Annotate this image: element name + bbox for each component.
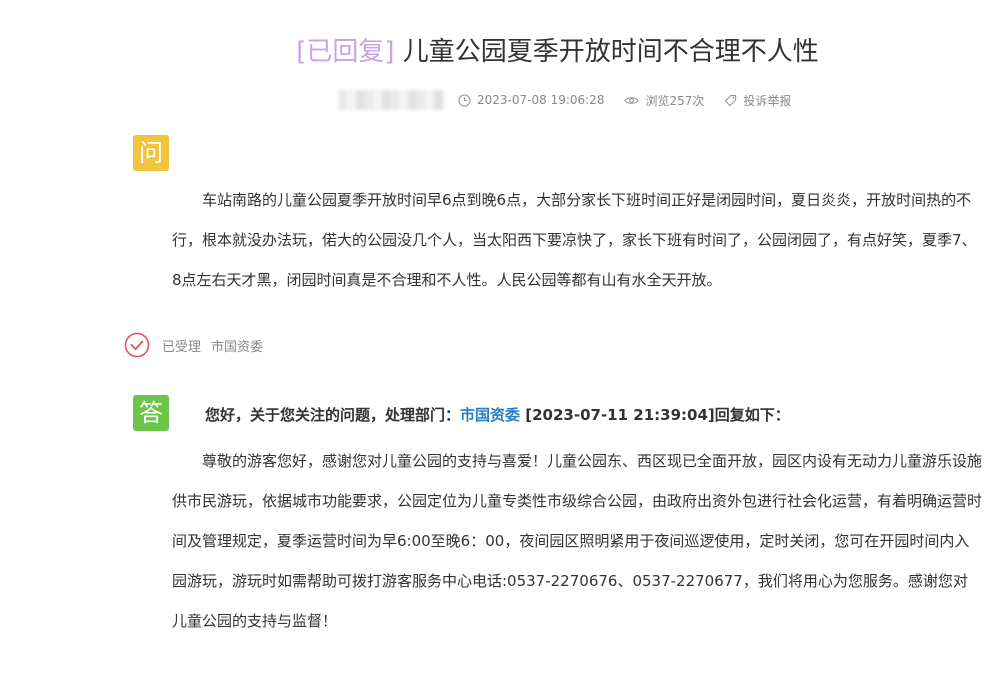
post-views: 浏览257次 (624, 92, 704, 109)
tag-icon (725, 94, 737, 106)
datetime-text: 2023-07-08 19:06:28 (477, 93, 605, 107)
accepted-label: 已受理 (162, 339, 202, 355)
department-label: 市国资委 (211, 339, 264, 355)
post-meta: 2023-07-08 19:06:28 浏览257次 投诉举报 (338, 90, 811, 110)
views-text: 浏览257次 (645, 93, 705, 108)
reply-text: 尊敬的游客您好，感谢您对儿童公园的支持与喜爱！儿童公园东、西区现已全面开放，园区… (172, 452, 983, 630)
page-title: [已回复] 儿童公园夏季开放时间不合理不人性 (0, 34, 1008, 70)
reply-header-prefix: 您好，关于您关注的问题，处理部门： (205, 406, 461, 424)
author-name-blurred (338, 90, 444, 110)
check-circle-icon (124, 332, 150, 358)
question-badge: 问 (133, 135, 169, 171)
report-text: 投诉举报 (743, 93, 792, 108)
title-text: 儿童公园夏季开放时间不合理不人性 (402, 37, 819, 67)
reply-department-link[interactable]: 市国资委 (460, 406, 520, 424)
eye-icon (624, 96, 640, 104)
post-datetime: 2023-07-08 19:06:28 (458, 93, 604, 107)
breadcrumb-cut-off (118, 0, 418, 4)
answer-badge: 答 (133, 395, 169, 431)
report-link[interactable]: 投诉举报 (724, 92, 791, 109)
clock-icon (458, 93, 471, 107)
question-text: 车站南路的儿童公园夏季开放时间早6点到晚6点，大部分家长下班时间正好是闭园时间，… (172, 191, 977, 289)
processing-status: 已受理 市国资委 (124, 332, 263, 358)
status-tag: [已回复] (296, 37, 395, 67)
reply-header: 您好，关于您关注的问题，处理部门：市国资委 [2023-07-11 21:39:… (205, 403, 790, 427)
reply-header-suffix: [2023-07-11 21:39:04]回复如下： (520, 406, 790, 424)
